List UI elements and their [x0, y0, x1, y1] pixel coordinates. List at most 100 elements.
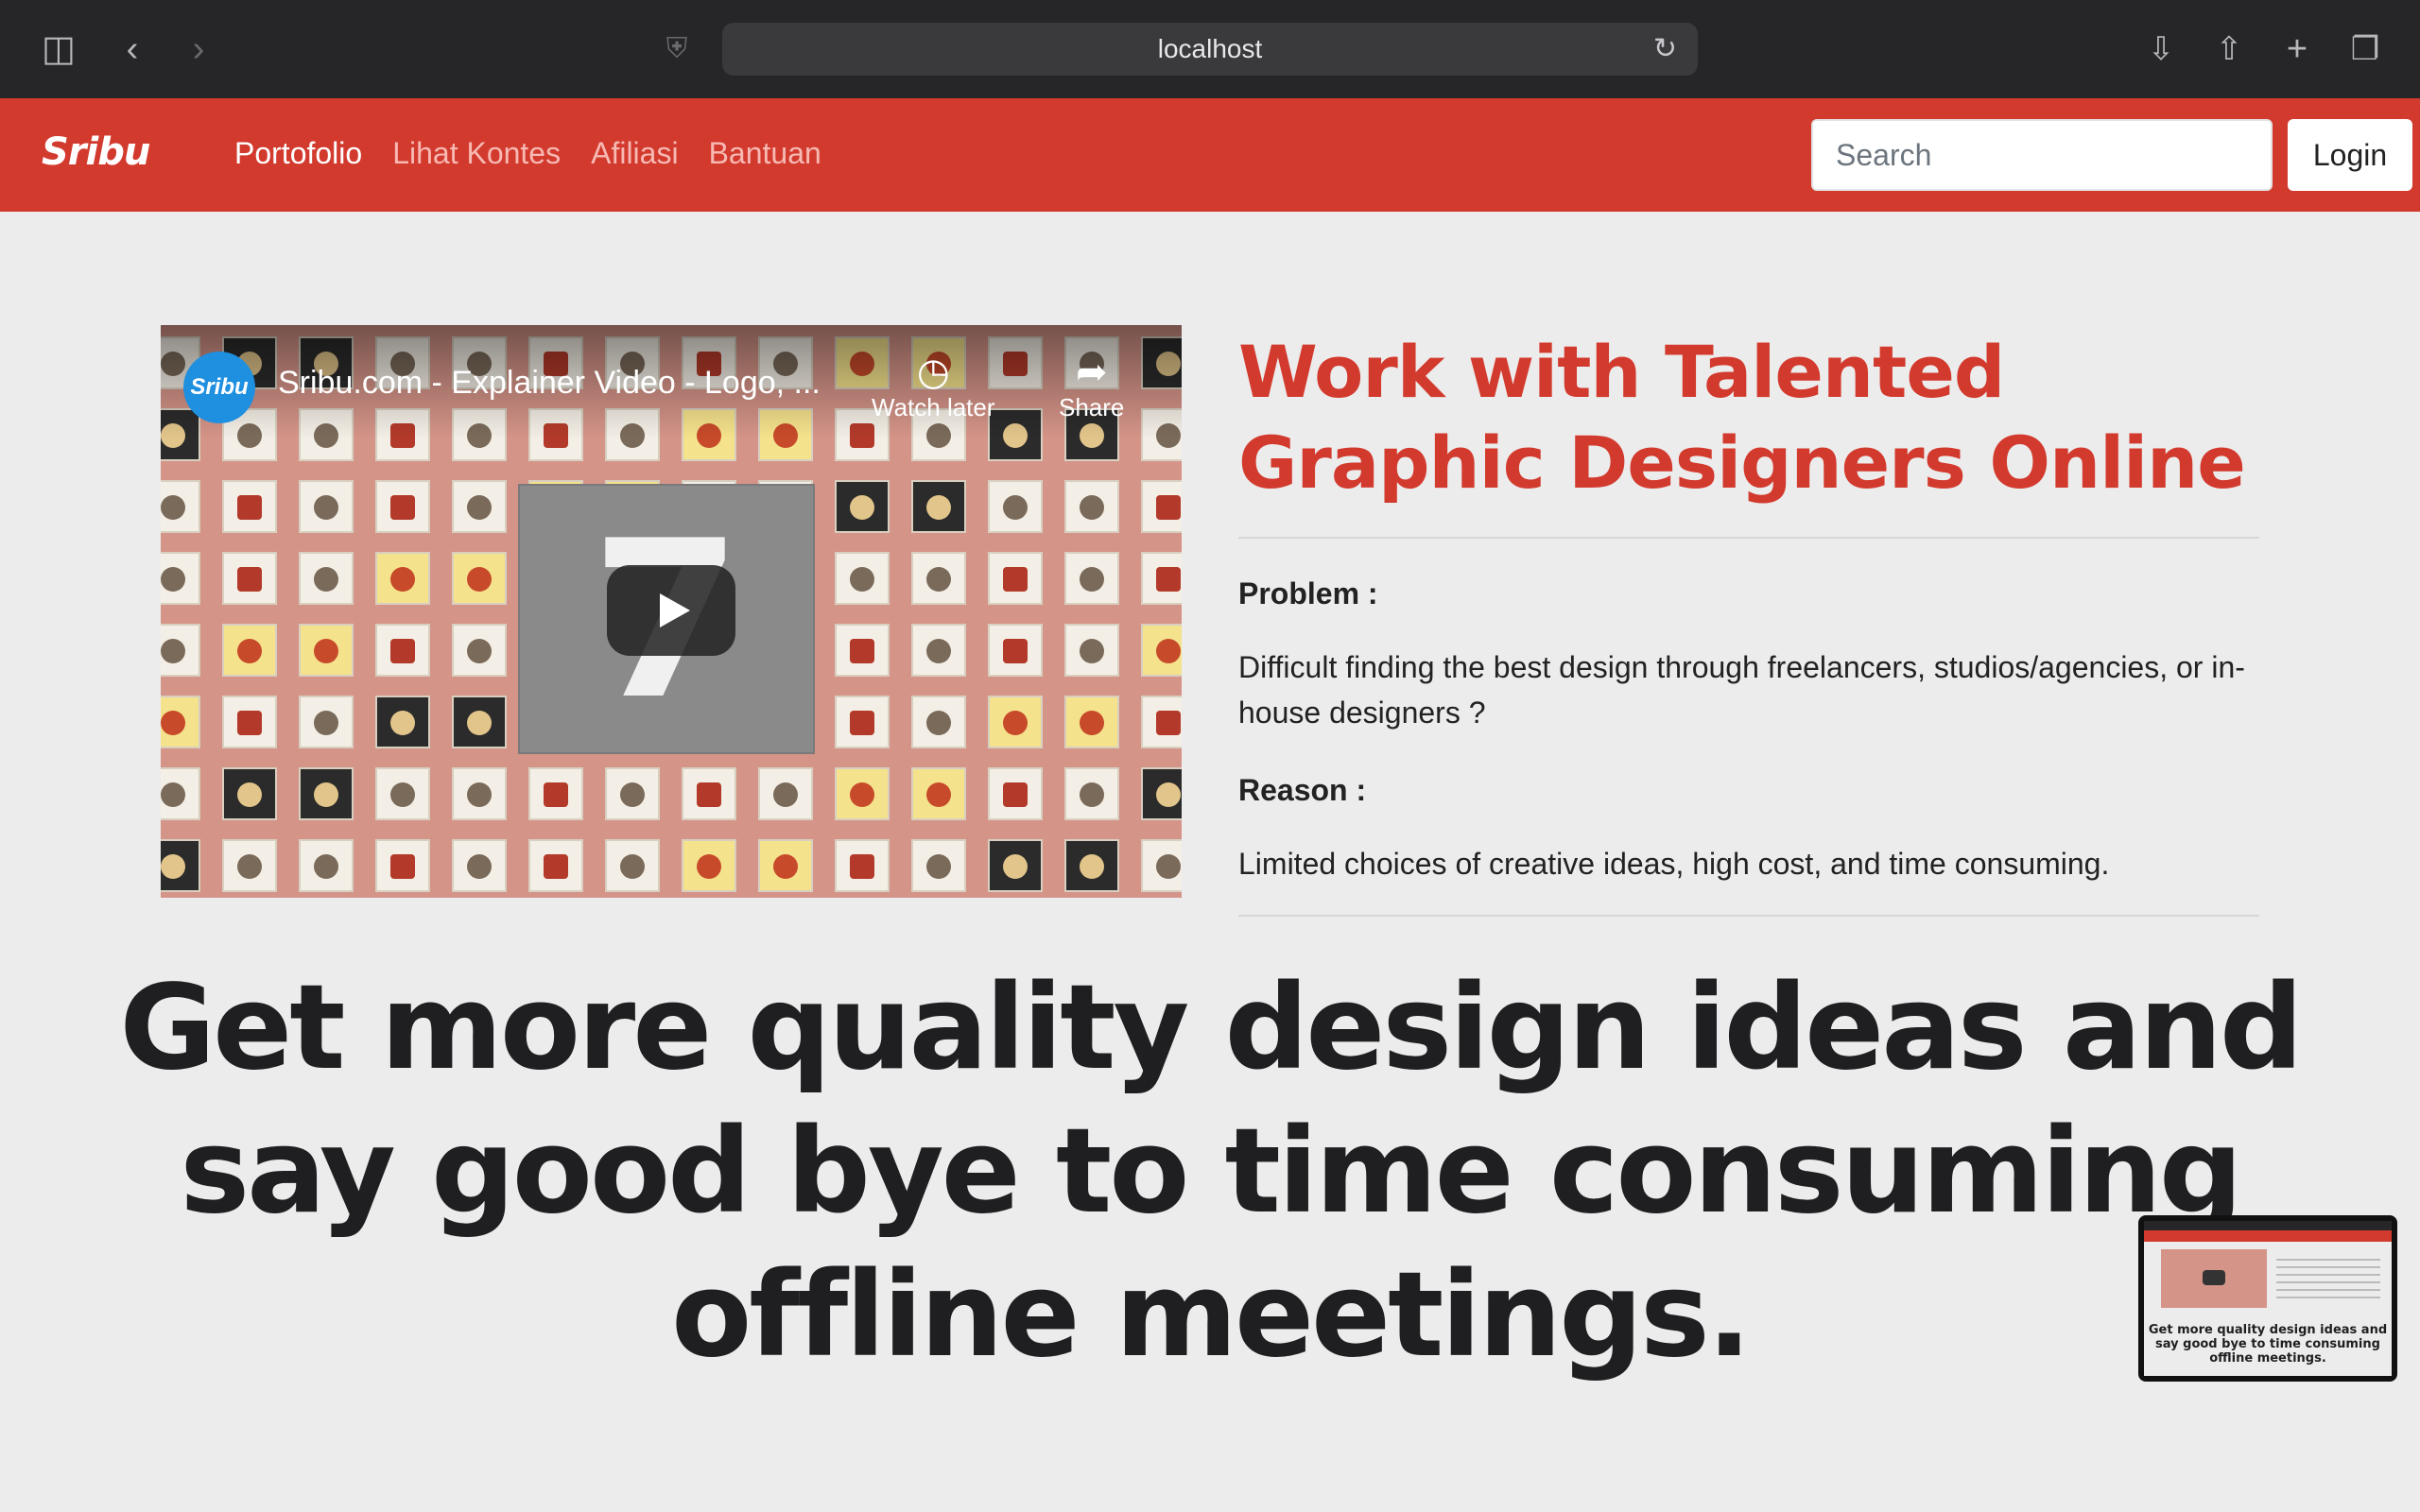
logo-tile — [375, 552, 430, 605]
logo-tile — [682, 767, 736, 820]
logo-tile — [375, 480, 430, 533]
logo-tile — [1064, 552, 1119, 605]
thumbnail-toolbar — [2144, 1221, 2392, 1230]
thumbnail-preview: Get more quality design ideas and say go… — [2144, 1221, 2392, 1376]
reason-text: Limited choices of creative ideas, high … — [1238, 847, 2110, 881]
logo-tile — [911, 839, 966, 892]
logo-tile — [835, 480, 890, 533]
logo-tile — [835, 839, 890, 892]
nav-link-lihat-kontes[interactable]: Lihat Kontes — [392, 136, 561, 171]
shield-icon: ⛨ — [666, 33, 688, 64]
tabs-overview-icon[interactable]: ❐ — [2344, 28, 2386, 70]
nav-links: Portofolio Lihat Kontes Afiliasi Bantuan — [234, 136, 821, 171]
logo-tile — [758, 839, 813, 892]
play-icon[interactable] — [607, 565, 735, 656]
screenshot-thumbnail[interactable]: Get more quality design ideas and say go… — [2138, 1215, 2397, 1382]
problem-text: Difficult finding the best design throug… — [1238, 650, 2245, 730]
reload-icon[interactable]: ↻ — [1653, 32, 1677, 65]
back-icon[interactable]: ‹ — [112, 28, 153, 70]
login-button[interactable]: Login — [2288, 119, 2412, 191]
logo-tile — [911, 552, 966, 605]
clock-icon: ◷ — [916, 352, 950, 393]
logo-tile — [988, 767, 1043, 820]
video-player[interactable]: 7 Sribu Sribu.com - Explainer Video - Lo… — [161, 325, 1182, 898]
logo-tile — [1141, 839, 1182, 892]
logo-tile — [222, 767, 277, 820]
logo-tile — [1064, 696, 1119, 748]
logo-tile — [605, 767, 660, 820]
sidebar-icon[interactable]: ◫ — [38, 28, 79, 70]
logo-tile — [911, 696, 966, 748]
new-tab-icon[interactable]: + — [2276, 28, 2318, 70]
thumbnail-video — [2161, 1249, 2267, 1308]
logo-tile — [835, 552, 890, 605]
share-icon[interactable]: ⇧ — [2208, 28, 2250, 70]
logo-tile — [988, 480, 1043, 533]
browser-toolbar: ◫ ‹ › ⛨ localhost ↻ ⇩ ⇧ + ❐ — [0, 0, 2420, 98]
logo-tile — [299, 624, 354, 677]
main-headline: Get more quality design ideas and say go… — [119, 960, 2303, 1383]
logo-tile — [988, 552, 1043, 605]
logo-tile — [1064, 839, 1119, 892]
site-logo[interactable]: Sribu — [42, 130, 150, 174]
logo-tile — [222, 696, 277, 748]
download-icon[interactable]: ⇩ — [2140, 28, 2182, 70]
logo-tile — [452, 552, 507, 605]
logo-tile — [835, 696, 890, 748]
logo-tile — [452, 839, 507, 892]
share-arrow-icon: ➦ — [1075, 352, 1108, 393]
logo-tile — [1064, 480, 1119, 533]
logo-tile — [161, 480, 200, 533]
nav-link-bantuan[interactable]: Bantuan — [709, 136, 821, 171]
logo-tile — [161, 767, 200, 820]
logo-tile — [528, 839, 583, 892]
search-input[interactable] — [1811, 119, 2273, 191]
logo-tile — [375, 624, 430, 677]
logo-tile — [222, 624, 277, 677]
share-video-label: Share — [1059, 393, 1125, 421]
logo-tile — [758, 767, 813, 820]
watch-later-label: Watch later — [872, 393, 995, 421]
nav-link-afiliasi[interactable]: Afiliasi — [591, 136, 678, 171]
url-text: localhost — [1157, 34, 1263, 63]
logo-tile — [1141, 624, 1182, 677]
divider — [1238, 537, 2259, 539]
logo-tile — [605, 839, 660, 892]
logo-tile — [299, 480, 354, 533]
hero-heading: Work with Talented Graphic Designers Onl… — [1238, 330, 2246, 505]
logo-tile — [222, 552, 277, 605]
logo-tile — [988, 696, 1043, 748]
logo-tile — [299, 767, 354, 820]
logo-tile — [222, 839, 277, 892]
problem-label: Problem : — [1238, 576, 1378, 610]
logo-tile — [161, 696, 200, 748]
address-bar[interactable]: localhost ↻ — [722, 23, 1698, 76]
logo-tile — [682, 839, 736, 892]
logo-tile — [835, 624, 890, 677]
logo-tile — [161, 624, 200, 677]
logo-tile — [911, 767, 966, 820]
forward-icon[interactable]: › — [178, 28, 219, 70]
logo-tile — [161, 552, 200, 605]
logo-tile — [299, 696, 354, 748]
logo-tile — [375, 696, 430, 748]
logo-tile — [1141, 480, 1182, 533]
logo-tile — [835, 767, 890, 820]
logo-tile — [1141, 767, 1182, 820]
logo-tile — [988, 839, 1043, 892]
logo-tile — [222, 480, 277, 533]
share-video-button[interactable]: ➦ Share — [1059, 352, 1124, 422]
logo-tile — [1141, 552, 1182, 605]
watch-later-button[interactable]: ◷ Watch later — [872, 352, 995, 422]
logo-tile — [452, 696, 507, 748]
site-navbar: Sribu Portofolio Lihat Kontes Afiliasi B… — [0, 98, 2420, 212]
video-title[interactable]: Sribu.com - Explainer Video - Logo, ... — [278, 365, 821, 402]
logo-tile — [1064, 767, 1119, 820]
logo-tile — [1141, 696, 1182, 748]
channel-avatar[interactable]: Sribu — [183, 352, 255, 423]
logo-tile — [452, 624, 507, 677]
nav-link-portofolio[interactable]: Portofolio — [234, 136, 362, 171]
logo-tile — [375, 839, 430, 892]
thumbnail-headline: Get more quality design ideas and say go… — [2148, 1323, 2388, 1366]
logo-tile — [375, 767, 430, 820]
